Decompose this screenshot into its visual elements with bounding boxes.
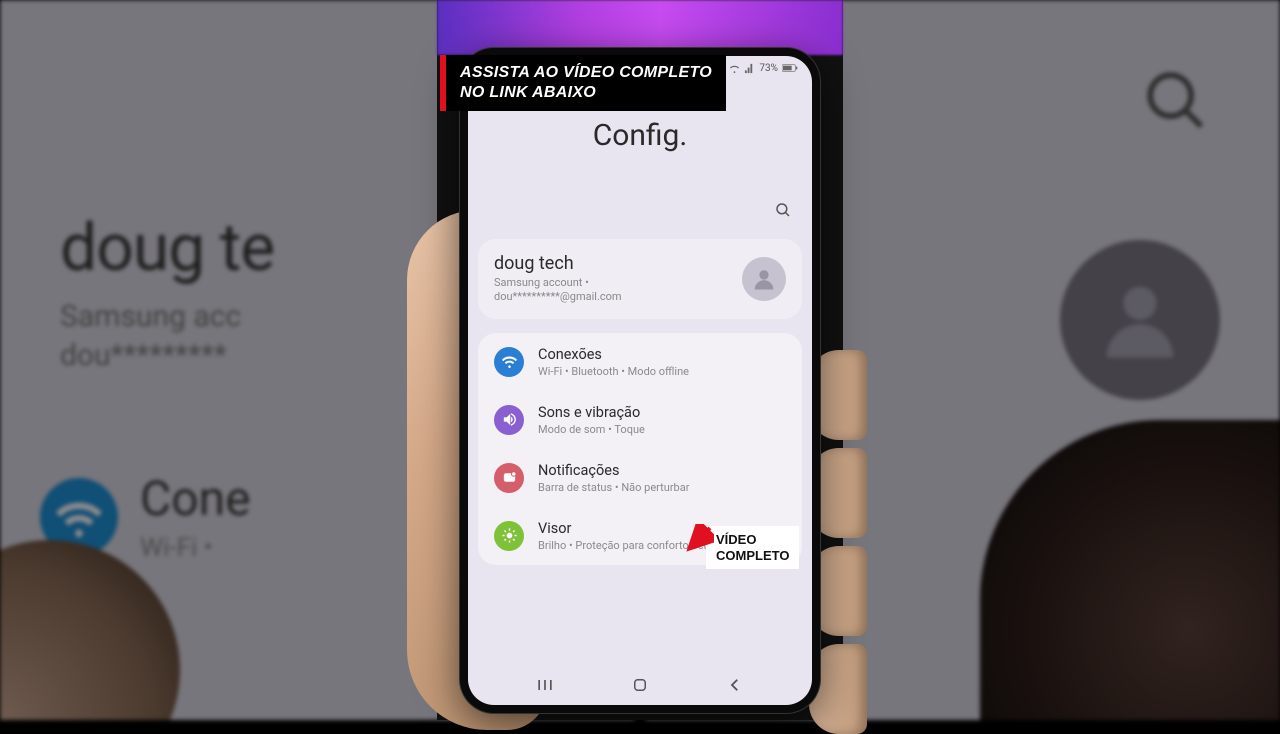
wifi-icon (729, 63, 740, 74)
setting-title: Conexões (538, 346, 689, 363)
account-name: doug tech (494, 253, 730, 274)
search-button[interactable] (774, 201, 792, 223)
setting-title: Notificações (538, 462, 689, 479)
speaker-icon (494, 405, 524, 435)
notification-icon (494, 463, 524, 493)
battery-icon (782, 63, 798, 73)
video-completo-callout[interactable]: VÍDEO COMPLETO (706, 526, 799, 569)
bg-right-search-fragment (1140, 65, 1210, 139)
arrow-icon (684, 524, 714, 554)
home-button[interactable] (629, 674, 651, 696)
cta-banner: ASSISTA AO VÍDEO COMPLETO NO LINK ABAIXO (440, 55, 726, 111)
recents-button[interactable] (534, 674, 556, 696)
setting-title: Sons e vibração (538, 404, 645, 421)
setting-sons-vibracao[interactable]: Sons e vibração Modo de som • Toque (478, 391, 802, 449)
brightness-icon (494, 521, 524, 551)
setting-notificacoes[interactable]: Notificações Barra de status • Não pertu… (478, 449, 802, 507)
battery-percent: 73% (759, 63, 778, 74)
signal-icon (744, 63, 755, 74)
phone-frame: 73% Config. doug tech Samsung account • … (460, 48, 820, 713)
setting-subtitle: Modo de som • Toque (538, 423, 645, 436)
back-button[interactable] (724, 674, 746, 696)
bg-left-account-fragment: doug te Samsung acc dou********* (60, 210, 274, 375)
setting-subtitle: Barra de status • Não perturbar (538, 481, 689, 494)
samsung-account-card[interactable]: doug tech Samsung account • dou*********… (478, 239, 802, 319)
account-subtitle: Samsung account • dou**********@gmail.co… (494, 276, 730, 305)
setting-conexoes[interactable]: Conexões Wi-Fi • Bluetooth • Modo offlin… (478, 333, 802, 391)
setting-subtitle: Wi-Fi • Bluetooth • Modo offline (538, 365, 689, 378)
search-icon (774, 201, 792, 219)
page-title: Config. (468, 118, 812, 153)
avatar (742, 257, 786, 301)
android-navbar (468, 669, 812, 705)
wifi-icon (494, 347, 524, 377)
purple-led-background (437, 0, 843, 55)
bg-right-avatar-fragment (1060, 240, 1220, 400)
phone-screen: 73% Config. doug tech Samsung account • … (468, 56, 812, 705)
